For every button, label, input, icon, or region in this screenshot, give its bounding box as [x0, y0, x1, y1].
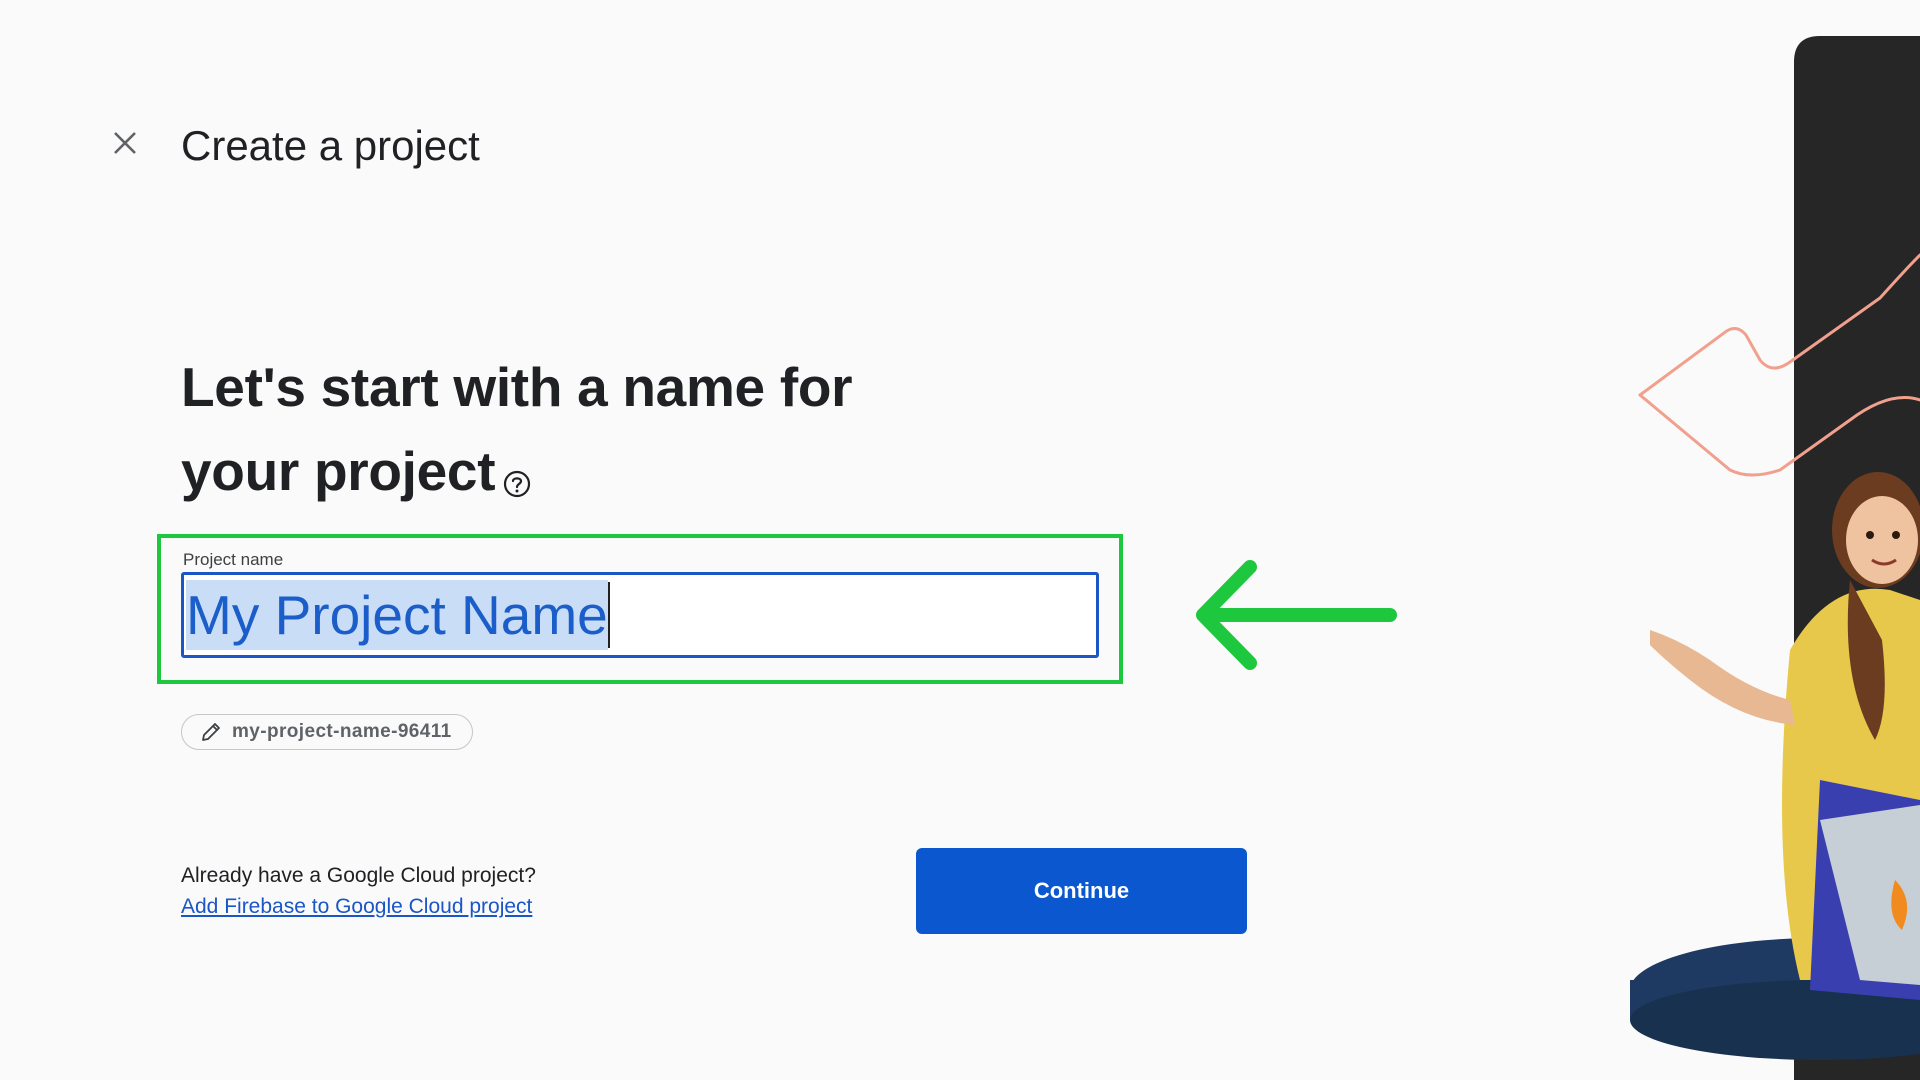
page-title: Create a project: [181, 122, 480, 169]
illustration-art: [1630, 36, 1920, 1080]
headline-line-2: your project: [181, 429, 901, 521]
create-project-page: Create a project Let's start with a name…: [0, 0, 1920, 1080]
cloud-project-question: Already have a Google Cloud project?: [181, 864, 536, 887]
close-button[interactable]: [103, 121, 147, 165]
project-id-chip[interactable]: my-project-name-96411: [181, 714, 473, 750]
arrow-left-icon: [1196, 560, 1397, 670]
project-name-value: My Project Name: [186, 580, 608, 650]
headline-line-2-text: your project: [181, 440, 496, 502]
pencil-icon: [200, 721, 222, 743]
project-id-text: my-project-name-96411: [232, 721, 452, 742]
project-name-input[interactable]: My Project Name: [181, 572, 1099, 658]
headline: Let's start with a name for your project: [181, 345, 901, 521]
illustration: [1620, 0, 1920, 1080]
continue-button[interactable]: Continue: [916, 848, 1247, 934]
headline-line-1: Let's start with a name for: [181, 356, 853, 418]
add-firebase-cloud-link[interactable]: Add Firebase to Google Cloud project: [181, 895, 532, 919]
project-name-label: Project name: [183, 550, 284, 569]
text-caret: [607, 582, 610, 648]
help-icon[interactable]: [503, 437, 531, 521]
close-icon: [114, 132, 136, 154]
